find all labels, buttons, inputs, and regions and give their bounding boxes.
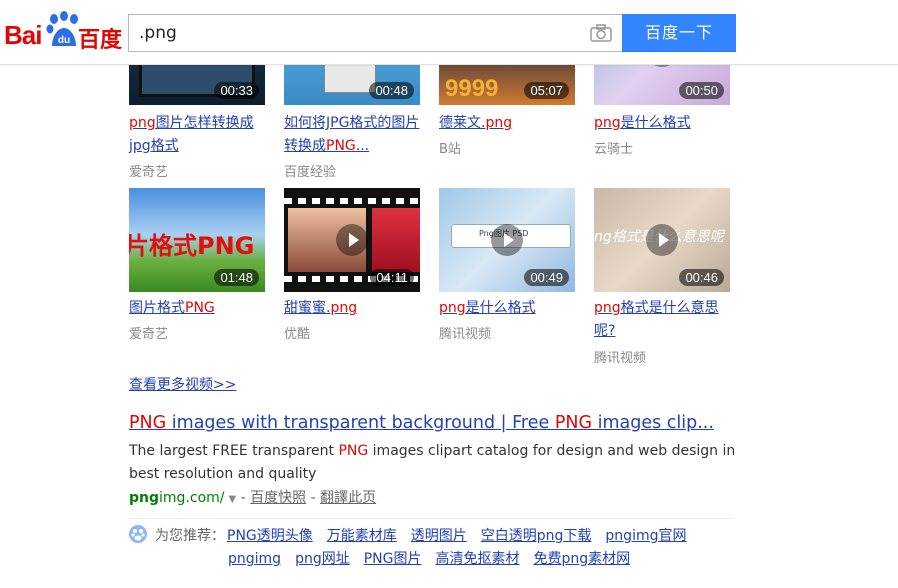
title-highlight: png	[439, 300, 466, 316]
search-button[interactable]: 百度一下	[622, 14, 736, 52]
video-source: 腾讯视频	[439, 327, 492, 342]
thumb-text: 9999	[445, 75, 499, 102]
play-icon	[491, 224, 523, 256]
camera-icon[interactable]	[590, 24, 612, 42]
url-text: img.com/	[159, 490, 225, 506]
video-duration: 05:07	[524, 82, 569, 99]
play-icon	[646, 224, 678, 256]
recommend-link[interactable]: PNG透明头像	[227, 528, 313, 544]
title-highlight: png	[594, 115, 621, 131]
video-duration: 00:50	[679, 82, 724, 99]
more-videos-link[interactable]: 查看更多视频>>	[129, 374, 236, 394]
recommend-link[interactable]: 透明图片	[411, 528, 467, 544]
recommend-link[interactable]: PNG图片	[364, 551, 422, 567]
recommend-link[interactable]: 万能素材库	[327, 528, 397, 544]
header-bar: Bai du 百度 .png 百度一下	[0, 0, 898, 65]
title-highlight: png	[330, 300, 358, 316]
recommend-link[interactable]: png网址	[295, 551, 350, 567]
separator: -	[306, 490, 321, 506]
video-source: 优酷	[284, 327, 311, 342]
recommend-link[interactable]: pngimg官网	[605, 528, 686, 544]
logo-cn-text: 百度	[78, 28, 123, 53]
video-thumb-5[interactable]: 片格式PNG 01:48	[129, 188, 265, 292]
video-source: 爱奇艺	[129, 165, 169, 180]
baidu-logo[interactable]: Bai du 百度	[4, 10, 122, 56]
video-source: 腾讯视频	[594, 351, 647, 366]
recommend-link[interactable]: 高清免抠素材	[435, 551, 519, 567]
title-highlight: PNG	[326, 138, 356, 154]
recommend-label: 为您推荐：	[155, 528, 225, 544]
svg-text:du: du	[58, 35, 70, 46]
video-title-8[interactable]: png格式是什么意思呢?	[594, 297, 734, 343]
video-thumb-7[interactable]: Png图片 PSD 00:49	[439, 188, 575, 292]
video-title-5[interactable]: 图片格式PNG	[129, 297, 269, 320]
video-thumb-8[interactable]: ng格式是什么意思呢 00:46	[594, 188, 730, 292]
video-source: 爱奇艺	[129, 327, 169, 342]
video-duration: 00:33	[214, 82, 259, 99]
recommend-icon	[129, 525, 147, 543]
desc-highlight: PNG	[338, 443, 369, 459]
desc-text: The largest FREE transparent	[129, 443, 339, 459]
video-title-1[interactable]: png图片怎样转换成jpg格式	[129, 112, 269, 158]
title-highlight: png	[485, 115, 513, 131]
video-duration: 00:48	[369, 82, 414, 99]
title-highlight: png	[129, 115, 156, 131]
recommend-link[interactable]: 空白透明png下载	[481, 528, 592, 544]
search-query[interactable]: .png	[139, 23, 177, 43]
title-highlight: PNG	[554, 413, 593, 433]
result-title-link[interactable]: PNG images with transparent background |…	[129, 413, 714, 433]
video-title-7[interactable]: png是什么格式	[439, 297, 579, 320]
title-text: ...	[355, 138, 370, 154]
title-text: 是什么格式	[465, 300, 536, 316]
video-duration: 00:46	[679, 269, 724, 286]
recommend-link[interactable]: pngimg	[228, 551, 281, 567]
play-icon	[336, 224, 368, 256]
recommendations: 为您推荐： PNG透明头像 万能素材库 透明图片 空白透明png下载 pngimg官网 p…	[129, 525, 739, 571]
title-highlight: PNG	[185, 300, 215, 316]
video-title-2[interactable]: 如何将JPG格式的图片转换成PNG...	[284, 112, 424, 158]
video-source: 百度经验	[284, 165, 337, 180]
logo-text: Bai	[4, 20, 42, 50]
divider	[129, 518, 733, 519]
video-source: 云骑士	[594, 142, 634, 157]
result-url: pngimg.com/▼ - 百度快照 - 翻譯此页	[129, 487, 376, 507]
snapshot-link[interactable]: 百度快照	[250, 490, 306, 506]
title-highlight: PNG	[129, 413, 167, 433]
video-duration: 01:48	[214, 269, 259, 286]
video-duration: 04:11	[370, 269, 414, 286]
url-bold: png	[129, 490, 160, 506]
separator: -	[236, 490, 251, 506]
search-input[interactable]: .png	[128, 14, 622, 52]
title-text: images with transparent background | Fre…	[166, 413, 555, 433]
title-highlight: png	[594, 300, 621, 316]
video-duration: 00:49	[524, 269, 569, 286]
title-text: 甜蜜蜜.	[284, 300, 331, 316]
result-description: The largest FREE transparent PNG images …	[129, 440, 739, 486]
title-text: images clip...	[592, 413, 714, 433]
recommend-link[interactable]: 免费png素材网	[533, 551, 630, 567]
title-text: 图片格式	[129, 300, 185, 316]
video-title-4[interactable]: png是什么格式	[594, 112, 734, 135]
video-title-6[interactable]: 甜蜜蜜.png	[284, 297, 424, 320]
title-text: 是什么格式	[620, 115, 691, 131]
thumb-text: 片格式PNG	[129, 232, 255, 260]
title-text: 德莱文.	[439, 115, 486, 131]
translate-link[interactable]: 翻譯此页	[320, 490, 376, 506]
video-thumb-6[interactable]: 04:11	[284, 188, 420, 292]
video-source: B站	[439, 142, 461, 157]
video-title-3[interactable]: 德莱文.png	[439, 112, 579, 135]
